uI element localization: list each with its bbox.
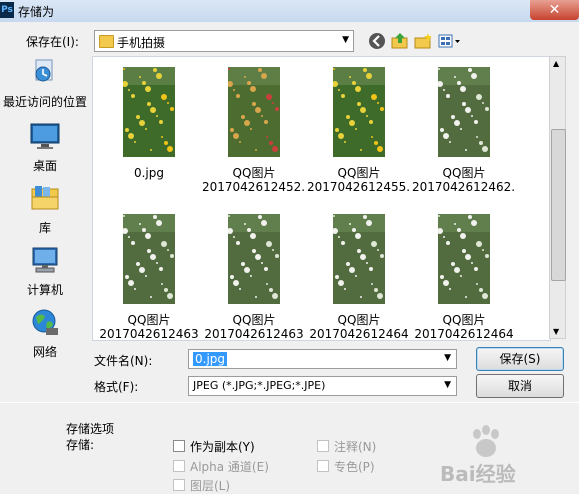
title-bar: Ps 存储为 ✕: [0, 0, 579, 22]
chevron-down-icon[interactable]: ▼: [444, 353, 451, 363]
file-name-line1: QQ图片: [442, 166, 486, 180]
file-name-line2: 2017042612463: [204, 327, 304, 341]
place-recent[interactable]: 最近访问的位置: [0, 58, 90, 110]
filename-input[interactable]: 0.jpg ▼: [188, 349, 457, 369]
file-name-line2: 2017042612455...: [307, 180, 411, 194]
back-icon[interactable]: [368, 32, 386, 50]
close-button[interactable]: ✕: [530, 0, 579, 20]
file-name-line1: QQ图片: [127, 313, 171, 327]
computer-icon: [32, 247, 58, 273]
image-thumbnail: [332, 67, 385, 157]
image-thumbnail: [332, 214, 385, 304]
scroll-up-icon[interactable]: ▲: [553, 59, 559, 68]
chevron-down-icon: ▼: [342, 35, 349, 45]
spot-colors-checkbox: 专色(P): [317, 458, 375, 475]
file-list[interactable]: 0.jpg QQ图片 2017042612452... QQ图片 2017042…: [92, 56, 551, 341]
file-name-line1: QQ图片: [232, 313, 276, 327]
checkbox-box: [173, 460, 185, 472]
network-globe-icon: [32, 309, 58, 335]
file-list-scrollbar[interactable]: ▲ ▼: [549, 56, 566, 339]
file-name-line2: 2017042612464: [414, 327, 514, 341]
file-name-line2: 2017042612452...: [202, 180, 306, 194]
file-name-line2: 2017042612464: [309, 327, 409, 341]
checkbox-label: 注释(N): [334, 440, 377, 454]
divider: [0, 402, 579, 403]
save-options-title: 存储选项: [66, 422, 115, 436]
image-thumbnail: [437, 214, 490, 304]
watermark-text: Bai经验: [440, 462, 516, 486]
place-label: 桌面: [32, 159, 57, 173]
filename-label: 文件名(N):: [94, 354, 153, 368]
store-label: 存储:: [66, 438, 95, 452]
places-bar: 最近访问的位置 桌面 库 计算机 网络: [0, 52, 90, 359]
file-item[interactable]: QQ图片 2017042612452...: [202, 67, 306, 194]
place-network[interactable]: 网络: [0, 308, 90, 360]
view-menu-icon[interactable]: [438, 32, 462, 50]
save-button[interactable]: 保存(S): [476, 347, 564, 371]
file-item[interactable]: QQ图片 2017042612462...: [412, 67, 516, 194]
folder-icon: [99, 35, 114, 48]
file-name-line2: 2017042612462...: [412, 180, 516, 194]
checkbox-label: 图层(L): [190, 479, 231, 493]
image-thumbnail: [227, 214, 280, 304]
place-library[interactable]: 库: [0, 184, 90, 236]
filename-value: 0.jpg: [193, 352, 228, 366]
file-item[interactable]: QQ图片 2017042612455...: [307, 67, 411, 194]
cancel-button[interactable]: 取消: [476, 374, 564, 398]
chevron-down-icon: ▼: [444, 380, 451, 390]
place-label: 计算机: [26, 283, 63, 297]
image-thumbnail: [227, 67, 280, 157]
file-name-line1: QQ图片: [337, 313, 381, 327]
window-title: 存储为: [18, 5, 55, 19]
save-in-label: 保存在(I):: [26, 35, 79, 49]
place-desktop[interactable]: 桌面: [0, 122, 90, 174]
format-label: 格式(F):: [94, 380, 139, 394]
checkbox-box: [317, 440, 329, 452]
image-thumbnail: [437, 67, 490, 157]
checkbox-label: Alpha 通道(E): [190, 460, 269, 474]
scrollbar-thumb[interactable]: [551, 129, 566, 281]
file-name-line2: 2017042612463: [99, 327, 199, 341]
format-select[interactable]: JPEG (*.JPG;*.JPEG;*.JPE) ▼: [188, 376, 457, 396]
alpha-channels-checkbox: Alpha 通道(E): [173, 458, 269, 475]
file-item[interactable]: 0.jpg: [97, 67, 201, 180]
place-computer[interactable]: 计算机: [0, 246, 90, 298]
place-label: 网络: [32, 345, 57, 359]
current-folder: 手机拍摄: [117, 36, 166, 50]
recent-places-icon: [35, 59, 53, 82]
place-label: 库: [38, 221, 51, 235]
file-name-line1: QQ图片: [232, 166, 276, 180]
file-item[interactable]: QQ图片 2017042612464: [307, 214, 411, 341]
image-thumbnail: [122, 67, 175, 157]
save-in-dropdown[interactable]: 手机拍摄 ▼: [94, 30, 354, 52]
as-copy-checkbox[interactable]: 作为副本(Y): [173, 438, 255, 455]
baidu-watermark: Bai经验: [440, 424, 579, 490]
place-label: 最近访问的位置: [2, 95, 87, 109]
file-name-line1: QQ图片: [442, 313, 486, 327]
checkbox-box: [317, 460, 329, 472]
format-value: JPEG (*.JPG;*.JPEG;*.JPE): [193, 379, 326, 392]
library-icon: [31, 186, 59, 210]
image-thumbnail: [122, 214, 175, 304]
annotations-checkbox: 注释(N): [317, 438, 376, 455]
file-name-line1: 0.jpg: [133, 166, 165, 180]
checkbox-label: 专色(P): [334, 460, 375, 474]
checkbox-box[interactable]: [173, 440, 185, 452]
file-item[interactable]: QQ图片 2017042612463: [97, 214, 201, 341]
new-folder-icon[interactable]: [414, 32, 432, 50]
file-name-line1: QQ图片: [337, 166, 381, 180]
file-item[interactable]: QQ图片 2017042612463: [202, 214, 306, 341]
checkbox-label: 作为副本(Y): [190, 440, 255, 454]
checkbox-box: [173, 479, 185, 491]
file-item[interactable]: QQ图片 2017042612464: [412, 214, 516, 341]
layers-checkbox: 图层(L): [173, 477, 230, 494]
desktop-icon: [30, 123, 60, 149]
up-folder-icon[interactable]: [391, 32, 409, 50]
scroll-down-icon[interactable]: ▼: [553, 327, 559, 336]
photoshop-icon: Ps: [0, 2, 14, 18]
